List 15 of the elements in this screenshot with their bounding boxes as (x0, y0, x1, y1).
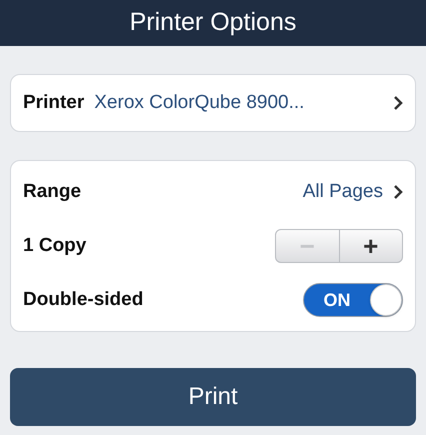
printer-row[interactable]: Printer Xerox ColorQube 8900... (10, 74, 416, 132)
printer-value: Xerox ColorQube 8900... (94, 90, 306, 115)
toggle-switch[interactable]: ON (303, 283, 403, 317)
toggle-text: ON (322, 288, 352, 312)
chevron-icon (393, 95, 403, 111)
chevron-icon (393, 184, 403, 200)
option-label: 1 Copy (23, 234, 88, 258)
toggle-knob (370, 284, 402, 316)
print-button[interactable]: Print (10, 368, 416, 426)
range-value[interactable]: All Pages (302, 178, 383, 206)
option-label: Double-sided (23, 288, 144, 312)
window-title: Printer Options (130, 7, 296, 38)
printer-label: Printer (23, 90, 84, 115)
increment-button[interactable]: + (338, 230, 402, 262)
option-label: Range (23, 180, 82, 204)
